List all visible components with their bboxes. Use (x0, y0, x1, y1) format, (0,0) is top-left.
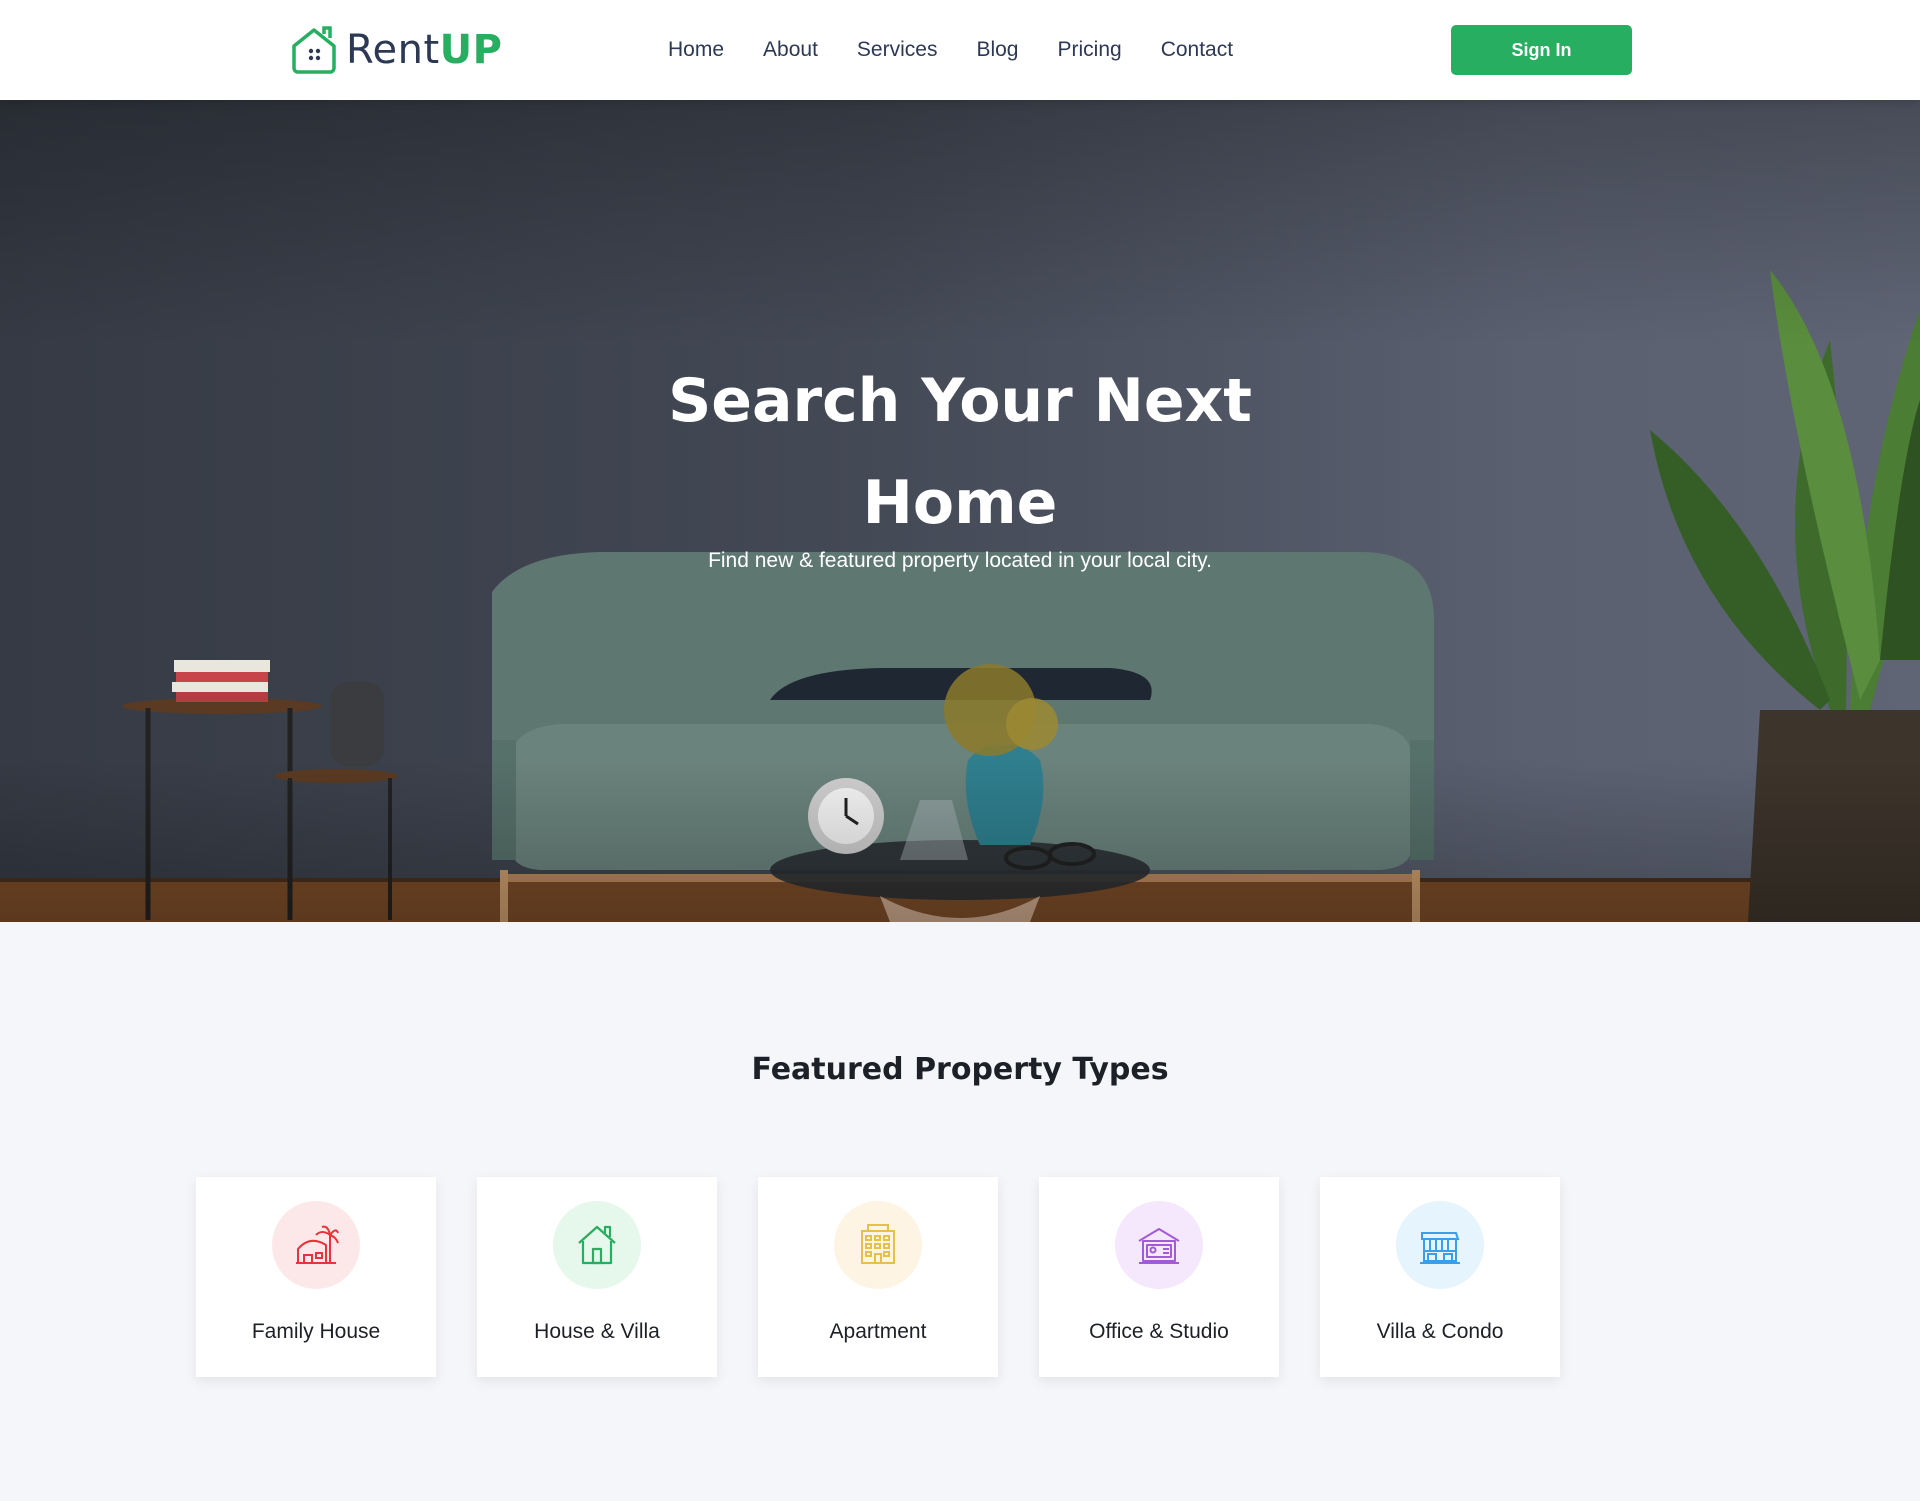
hero-title: Search Your Next Home (668, 366, 1252, 538)
property-type-card-office-studio[interactable]: Office & Studio (1039, 1177, 1279, 1377)
nav-item-pricing[interactable]: Pricing (1057, 30, 1121, 70)
office-icon (1115, 1201, 1203, 1289)
property-type-label: Family House (251, 1320, 381, 1343)
property-type-label: Apartment (829, 1320, 927, 1343)
property-type-card-house-villa[interactable]: House & Villa (477, 1177, 717, 1377)
palm-house-icon (272, 1201, 360, 1289)
logo[interactable]: RentUP (288, 24, 502, 76)
site-header: RentUP Home About Services Blog Pricing … (0, 0, 1920, 100)
nav-item-contact[interactable]: Contact (1161, 30, 1233, 70)
property-type-card-villa-condo[interactable]: Villa & Condo (1320, 1177, 1560, 1377)
property-type-card-family-house[interactable]: Family House (196, 1177, 436, 1377)
nav-item-services[interactable]: Services (857, 30, 938, 70)
hero-banner: Search Your Next Home Find new & feature… (0, 100, 1920, 922)
property-type-label: Office & Studio (1089, 1320, 1229, 1343)
hero-subtitle: Find new & featured property located in … (708, 549, 1212, 572)
property-type-card-apartment[interactable]: Apartment (758, 1177, 998, 1377)
house-icon (553, 1201, 641, 1289)
sign-in-button[interactable]: Sign In (1451, 25, 1632, 75)
logo-text-main: Rent (346, 27, 440, 73)
nav-item-home[interactable]: Home (668, 30, 724, 70)
nav-item-about[interactable]: About (763, 30, 818, 70)
nav-item-blog[interactable]: Blog (976, 30, 1018, 70)
property-type-label: House & Villa (534, 1320, 660, 1343)
condo-icon (1396, 1201, 1484, 1289)
logo-text-accent: UP (439, 27, 503, 73)
apartment-icon (834, 1201, 922, 1289)
featured-section-title: Featured Property Types (751, 1052, 1169, 1087)
logo-text: RentUP (346, 24, 502, 76)
main-nav: Home About Services Blog Pricing Contact (668, 30, 1233, 70)
property-type-label: Villa & Condo (1376, 1320, 1504, 1343)
house-logo-icon (292, 26, 336, 74)
